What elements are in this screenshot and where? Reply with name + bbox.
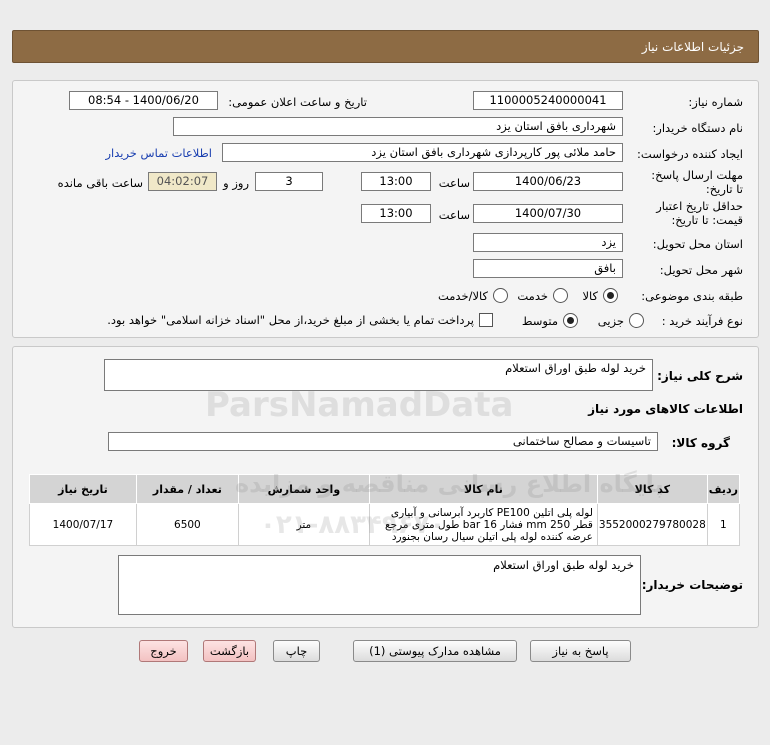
print-button[interactable]: چاپ — [273, 640, 320, 662]
items-table: ردیف کد کالا نام کالا واحد شمارش تعداد /… — [29, 474, 741, 546]
buyer-contact-link[interactable]: اطلاعات تماس خریدار — [105, 146, 212, 160]
col-row: ردیف — [706, 474, 741, 504]
province-label: استان محل تحویل: — [652, 237, 743, 251]
radio-icon[interactable] — [629, 313, 644, 328]
checkbox-icon[interactable] — [479, 313, 493, 327]
col-code: کد کالا — [596, 474, 708, 504]
category-option-goods-service[interactable]: کالا/خدمت — [438, 288, 508, 303]
group-label: گروه کالا: — [671, 436, 730, 450]
buyer-org-label: نام دستگاه خریدار: — [652, 121, 743, 135]
cell-name: لوله پلی اتلین PE100 کاربرد آبرسانی و آب… — [368, 503, 598, 546]
summary-field: خرید لوله طبق اوراق استعلام — [104, 359, 653, 391]
creator-field: حامد ملائی پور کارپردازی شهرداری بافق اس… — [222, 143, 623, 162]
radio-icon[interactable] — [553, 288, 568, 303]
process-option-medium[interactable]: متوسط — [522, 313, 578, 328]
process-label: نوع فرآیند خرید : — [661, 314, 743, 328]
announce-label: تاریخ و ساعت اعلان عمومی: — [228, 95, 367, 109]
validity-date-field: 1400/07/30 — [473, 204, 623, 223]
days-field: 3 — [255, 172, 323, 191]
category-option-service[interactable]: خدمت — [517, 288, 568, 303]
back-button[interactable]: بازگشت — [203, 640, 256, 662]
validity-time-label: ساعت — [438, 208, 470, 222]
buyer-org-field: شهرداری بافق استان یزد — [173, 117, 623, 136]
validity-label: حداقل تاریخ اعتبار قیمت: تا تاریخ: — [656, 199, 743, 227]
deadline-time-field: 13:00 — [361, 172, 431, 191]
treasury-payment-option[interactable]: پرداخت تمام یا بخشی از مبلغ خرید،از محل … — [107, 313, 493, 327]
cell-unit: متر — [237, 503, 370, 546]
city-label: شهر محل تحویل: — [659, 263, 743, 277]
summary-label: شرح کلی نیاز: — [657, 369, 743, 383]
deadline-date-field: 1400/06/23 — [473, 172, 623, 191]
creator-label: ایجاد کننده درخواست: — [637, 147, 743, 161]
table-header-row: ردیف کد کالا نام کالا واحد شمارش تعداد /… — [29, 474, 741, 504]
col-need-date: تاریخ نیاز — [29, 474, 137, 504]
validity-time-field: 13:00 — [361, 204, 431, 223]
category-label: طبقه بندی موضوعی: — [641, 289, 743, 303]
deadline-label: مهلت ارسال پاسخ: تا تاریخ: — [651, 168, 743, 196]
table-row: 1 3552000279780028 لوله پلی اتلین PE100 … — [29, 503, 741, 546]
category-option-goods[interactable]: کالا — [582, 288, 618, 303]
days-label: روز و — [223, 176, 249, 190]
province-field: یزد — [473, 233, 623, 252]
cell-code: 3552000279780028 — [596, 503, 708, 546]
radio-icon[interactable] — [563, 313, 578, 328]
attachments-button[interactable]: مشاهده مدارک پیوستی (1) — [353, 640, 517, 662]
buyer-notes-field: خرید لوله طبق اوراق استعلام — [118, 555, 641, 615]
col-quantity: تعداد / مقدار — [135, 474, 239, 504]
announce-field: 1400/06/20 - 08:54 — [69, 91, 218, 110]
buyer-notes-label: توضیحات خریدار: — [641, 578, 743, 592]
deadline-time-label: ساعت — [438, 176, 470, 190]
reply-button[interactable]: پاسخ به نیاز — [530, 640, 631, 662]
radio-icon[interactable] — [603, 288, 618, 303]
col-unit: واحد شمارش — [237, 474, 370, 504]
cell-need-date: 1400/07/17 — [29, 503, 137, 546]
cell-quantity: 6500 — [135, 503, 239, 546]
process-option-minor[interactable]: جزیی — [598, 313, 644, 328]
group-field: تاسیسات و مصالح ساختمانی — [108, 432, 658, 451]
page-header: جزئیات اطلاعات نیاز — [12, 30, 759, 63]
need-number-label: شماره نیاز: — [688, 95, 743, 109]
exit-button[interactable]: خروج — [139, 640, 188, 662]
remaining-label: ساعت باقی مانده — [57, 176, 143, 190]
cell-row: 1 — [706, 503, 741, 546]
remaining-time-field: 04:02:07 — [148, 172, 217, 191]
items-section-title: اطلاعات کالاهای مورد نیاز — [588, 402, 743, 416]
radio-icon[interactable] — [493, 288, 508, 303]
city-field: بافق — [473, 259, 623, 278]
col-name: نام کالا — [368, 474, 598, 504]
need-number-field: 1100005240000041 — [473, 91, 623, 110]
